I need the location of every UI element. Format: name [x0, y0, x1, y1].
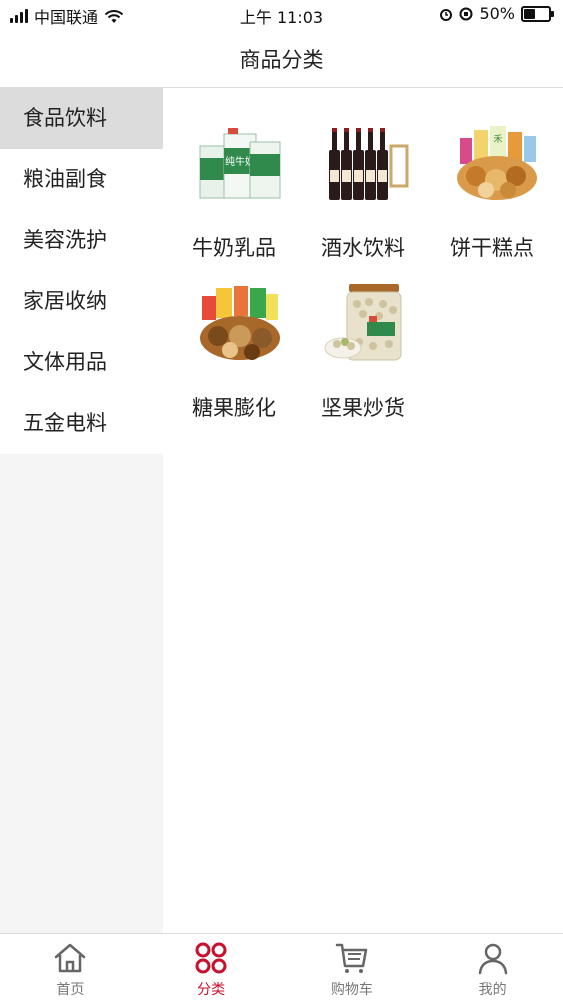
svg-text:禾: 禾: [493, 134, 502, 145]
product-biscuits[interactable]: 禾 饼干糕点: [428, 102, 556, 262]
product-label: 酒水饮料: [321, 236, 405, 260]
tab-label: 分类: [197, 982, 226, 998]
wine-bottles-image: [329, 128, 409, 200]
product-wine[interactable]: 酒水饮料: [299, 102, 427, 262]
category-sidebar: 食品饮料 粮油副食 美容洗护 家居收纳 文体用品 五金电料: [0, 88, 163, 933]
snacks-image: [200, 286, 280, 360]
nuts-jar-image: [324, 284, 402, 361]
profile-icon: [478, 943, 507, 975]
page-title: 商品分类: [239, 48, 324, 72]
tab-cart[interactable]: 购物车: [282, 934, 423, 1001]
product-label: 饼干糕点: [450, 236, 534, 260]
tab-profile[interactable]: 我的: [422, 934, 563, 1001]
product-milk[interactable]: 纯牛奶 牛奶乳品: [170, 102, 298, 262]
product-label: 糖果膨化: [192, 396, 276, 420]
category-icon: [195, 942, 227, 974]
product-candy-snacks[interactable]: 糖果膨化: [170, 262, 298, 422]
cart-icon: [335, 943, 368, 973]
sidebar-item-stationery-sports[interactable]: 文体用品: [0, 332, 163, 393]
tab-home[interactable]: 首页: [0, 934, 141, 1001]
tab-label: 我的: [478, 982, 507, 998]
sidebar-item-hardware-electric[interactable]: 五金电料: [0, 393, 163, 454]
milk-box-image: 纯牛奶: [199, 128, 281, 199]
tab-label: 购物车: [330, 982, 373, 998]
product-label: 牛奶乳品: [192, 236, 276, 260]
product-label: 坚果炒货: [321, 396, 405, 420]
tab-label: 首页: [56, 982, 85, 998]
sidebar-item-food-drinks[interactable]: 食品饮料: [0, 88, 163, 149]
biscuits-image: 禾: [457, 126, 537, 200]
rotation-lock-icon: [459, 7, 473, 20]
tab-category[interactable]: 分类: [141, 934, 282, 1001]
alarm-icon: [440, 8, 453, 21]
battery-icon: [521, 5, 554, 22]
tab-bar: 首页 分类 购物车 我的: [0, 933, 563, 1001]
status-bar: 中国联通 上午 11:03 50%: [0, 0, 563, 28]
sidebar-item-beauty-care[interactable]: 美容洗护: [0, 210, 163, 271]
product-grid: 纯牛奶 牛奶乳品 酒水饮料 禾 饼干糕点 糖果膨化 坚果炒货: [163, 88, 563, 933]
nav-bar: 商品分类: [0, 28, 563, 88]
battery-percent: 50%: [479, 4, 515, 23]
sidebar-item-grain-oil[interactable]: 粮油副食: [0, 149, 163, 210]
sidebar-item-home-storage[interactable]: 家居收纳: [0, 271, 163, 332]
product-nuts[interactable]: 坚果炒货: [299, 262, 427, 422]
home-icon: [55, 943, 86, 973]
